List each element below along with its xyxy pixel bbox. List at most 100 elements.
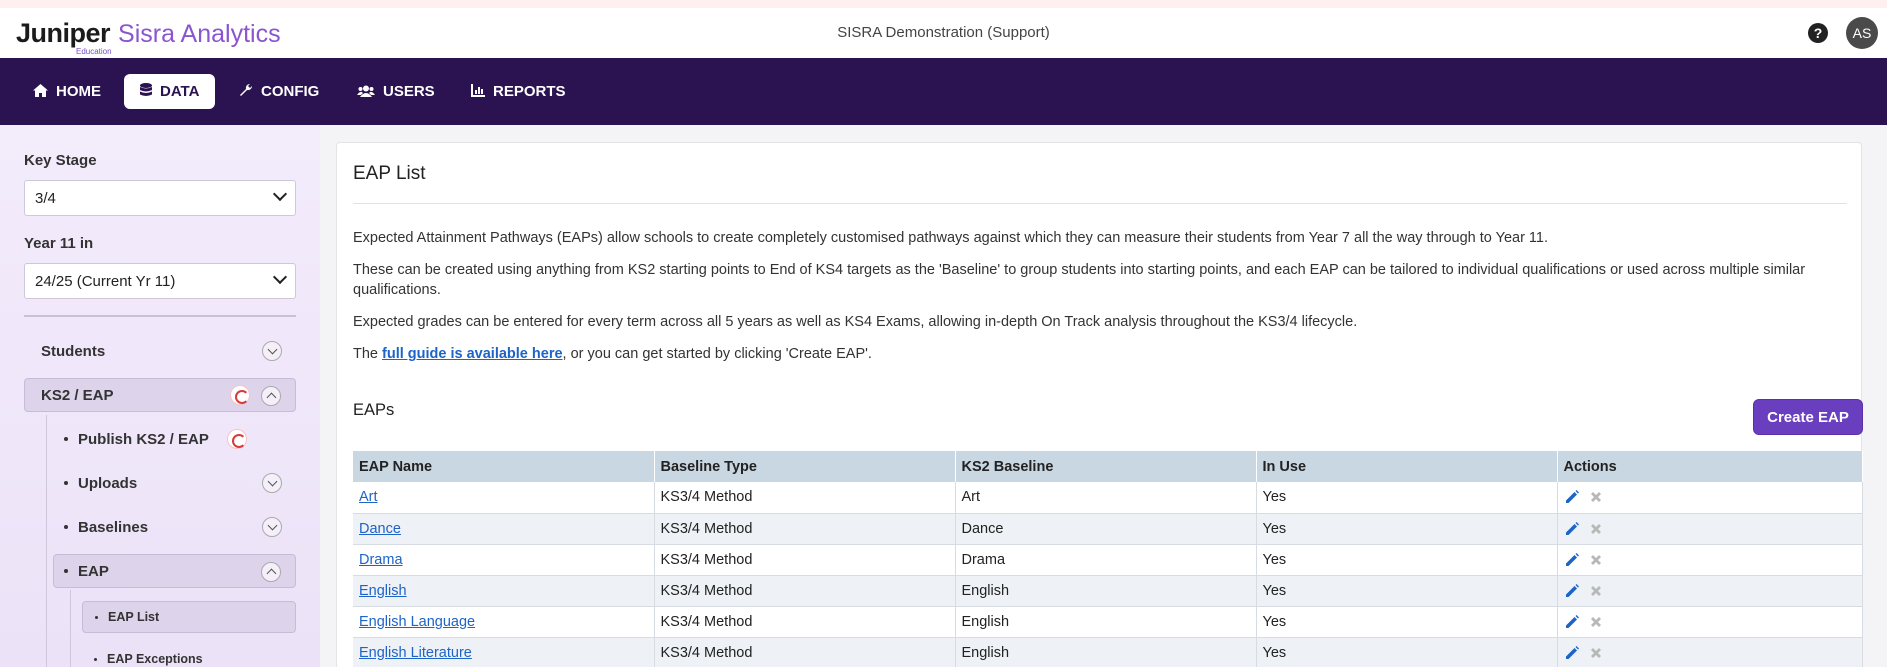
sidebar-item-ks2-eap[interactable]: KS2 / EAP	[24, 378, 296, 412]
chevron-down-icon[interactable]	[262, 341, 282, 361]
tree-line	[70, 590, 71, 667]
chevron-down-icon[interactable]	[262, 473, 282, 493]
actions-cell	[1557, 544, 1863, 576]
edit-icon[interactable]	[1564, 520, 1588, 536]
bullet	[94, 657, 97, 661]
ks2-baseline-cell: English	[955, 606, 1257, 638]
intro-paragraph-2: These can be created using anything from…	[353, 262, 1806, 298]
delete-icon[interactable]	[1588, 644, 1604, 660]
bullet	[64, 525, 68, 529]
intro-paragraph-4: The full guide is available here, or you…	[353, 344, 1847, 364]
nav-data[interactable]: DATA	[124, 74, 216, 109]
edit-icon[interactable]	[1564, 489, 1588, 505]
sidebar-item-publish-ks2-eap[interactable]: Publish KS2 / EAP	[54, 422, 296, 456]
sidebar-item-label: KS2 / EAP	[41, 386, 114, 404]
sidebar-item-uploads[interactable]: Uploads	[54, 466, 296, 500]
create-eap-button[interactable]: Create EAP	[1753, 399, 1863, 435]
eap-name-link[interactable]: English Language	[359, 614, 475, 630]
guide-text-prefix: The	[353, 346, 383, 362]
ks2-baseline-cell: English	[955, 637, 1257, 667]
main-navigation: HOME DATA CONFIG USERS REPORTS	[0, 58, 1887, 125]
page-title: EAP List	[353, 163, 426, 184]
home-icon	[33, 83, 48, 100]
ks2-baseline-cell: Dance	[955, 513, 1257, 545]
delete-icon[interactable]	[1588, 489, 1604, 505]
sidebar-item-baselines[interactable]: Baselines	[54, 510, 296, 544]
logo-education-text: Education	[76, 47, 112, 56]
column-header-in-use[interactable]: In Use	[1256, 451, 1558, 482]
chevron-up-icon[interactable]	[261, 386, 281, 406]
help-icon[interactable]: ?	[1808, 23, 1828, 43]
actions-cell	[1557, 513, 1863, 545]
column-header-actions: Actions	[1557, 451, 1863, 482]
user-avatar[interactable]: AS	[1846, 17, 1878, 49]
year-select[interactable]: 24/25 (Current Yr 11)	[24, 263, 296, 299]
chevron-down-icon	[272, 186, 288, 202]
key-stage-select[interactable]: 3/4	[24, 180, 296, 216]
sidebar-item-label: Students	[41, 342, 106, 360]
nav-users[interactable]: USERS	[341, 74, 451, 109]
table-row: English KS3/4 Method English Yes	[353, 575, 1863, 607]
chevron-down-icon[interactable]	[262, 517, 282, 537]
eap-name-link[interactable]: Art	[359, 489, 378, 505]
sync-warning-icon	[230, 385, 250, 405]
nav-data-label: DATA	[160, 83, 200, 100]
nav-reports-label: REPORTS	[493, 83, 566, 100]
table-row: English Literature KS3/4 Method English Yes	[353, 637, 1863, 667]
nav-config[interactable]: CONFIG	[223, 74, 335, 109]
baseline-type-cell: KS3/4 Method	[654, 482, 956, 514]
eap-name-link[interactable]: Dance	[359, 521, 401, 537]
eap-name-link[interactable]: English	[359, 583, 407, 599]
in-use-cell: Yes	[1256, 606, 1558, 638]
eap-name-link[interactable]: Drama	[359, 552, 403, 568]
actions-cell	[1557, 606, 1863, 638]
delete-icon[interactable]	[1588, 520, 1604, 536]
baseline-type-cell: KS3/4 Method	[654, 544, 956, 576]
table-row: Dance KS3/4 Method Dance Yes	[353, 513, 1863, 545]
ks2-baseline-cell: English	[955, 575, 1257, 607]
sidebar: Key Stage 3/4 Year 11 in 24/25 (Current …	[0, 125, 320, 667]
users-icon	[357, 84, 375, 100]
sidebar-item-label: EAP List	[108, 610, 160, 624]
full-guide-link[interactable]: full guide is available here	[382, 346, 563, 362]
in-use-cell: Yes	[1256, 513, 1558, 545]
table-row: English Language KS3/4 Method English Yes	[353, 606, 1863, 638]
year-label: Year 11 in	[24, 235, 94, 252]
year-value: 24/25 (Current Yr 11)	[35, 273, 176, 290]
sidebar-item-eap[interactable]: EAP	[53, 554, 296, 588]
chevron-up-icon[interactable]	[261, 562, 281, 582]
sidebar-item-label: Publish KS2 / EAP	[78, 430, 209, 448]
main-panel: EAP List Expected Attainment Pathways (E…	[336, 142, 1863, 667]
database-icon	[140, 83, 152, 100]
guide-text-suffix: , or you can get started by clicking 'Cr…	[562, 346, 872, 362]
organisation-name: SISRA Demonstration (Support)	[837, 24, 1050, 41]
baseline-type-cell: KS3/4 Method	[654, 513, 956, 545]
eap-name-cell: English Literature	[353, 637, 655, 667]
eap-name-link[interactable]: English Literature	[359, 645, 472, 661]
sidebar-item-eap-exceptions[interactable]: EAP Exceptions	[82, 643, 296, 667]
edit-icon[interactable]	[1564, 582, 1588, 598]
bullet	[64, 481, 68, 485]
nav-home[interactable]: HOME	[17, 74, 117, 109]
sidebar-item-students[interactable]: Students	[24, 334, 296, 368]
eap-name-cell: Art	[353, 482, 655, 514]
nav-reports[interactable]: REPORTS	[455, 74, 582, 109]
chart-icon	[471, 83, 485, 100]
actions-cell	[1557, 575, 1863, 607]
eap-name-cell: English Language	[353, 606, 655, 638]
intro-paragraph-1: Expected Attainment Pathways (EAPs) allo…	[353, 230, 1549, 246]
delete-icon[interactable]	[1588, 582, 1604, 598]
top-header: Juniper Education Sisra Analytics SISRA …	[0, 0, 1887, 58]
edit-icon[interactable]	[1564, 551, 1588, 567]
delete-icon[interactable]	[1588, 613, 1604, 629]
column-header-ks2-baseline[interactable]: KS2 Baseline	[955, 451, 1257, 482]
in-use-cell: Yes	[1256, 575, 1558, 607]
edit-icon[interactable]	[1564, 644, 1588, 660]
delete-icon[interactable]	[1588, 551, 1604, 567]
sidebar-item-eap-list[interactable]: EAP List	[82, 601, 296, 633]
ks2-baseline-cell: Art	[955, 482, 1257, 514]
column-header-eap-name[interactable]: EAP Name	[353, 451, 655, 482]
app-logo[interactable]: Juniper Education Sisra Analytics	[16, 18, 281, 56]
column-header-baseline-type[interactable]: Baseline Type	[654, 451, 956, 482]
edit-icon[interactable]	[1564, 613, 1588, 629]
